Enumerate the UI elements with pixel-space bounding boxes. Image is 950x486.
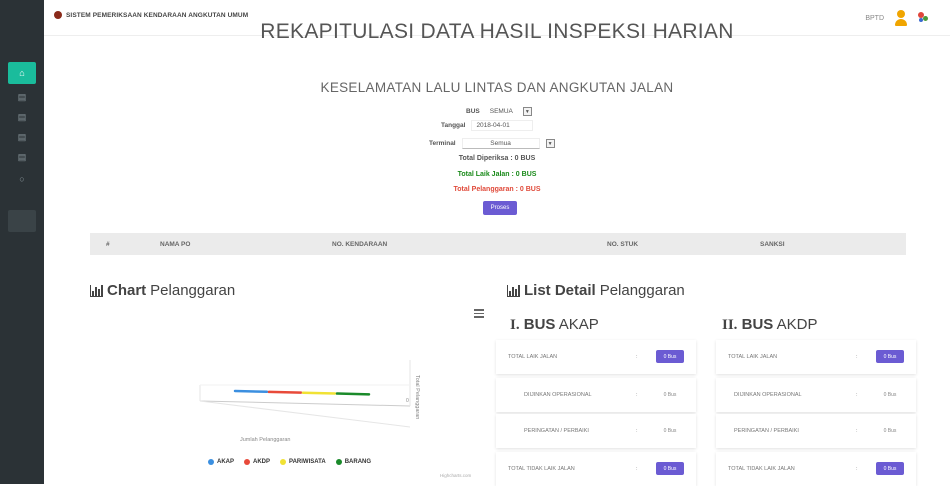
terminal-label: Terminal — [429, 140, 456, 147]
sidebar-item-home[interactable]: ⌂ — [8, 62, 36, 84]
total-pelanggaran: Total Pelanggaran : 0 BUS — [453, 186, 541, 193]
pelanggaran-chart: Jumlah Pelanggaran Total Pelanggaran 0 H… — [90, 305, 490, 484]
bus-filter-label: BUS — [466, 108, 480, 115]
bar-chart-icon — [507, 284, 520, 297]
x-axis-label: Jumlah Pelanggaran — [240, 437, 290, 443]
akdp-tidak-laik-badge[interactable]: 0 Bus — [876, 462, 904, 475]
results-table-header: # NAMA PO NO. KENDARAAN NO. STUK SANKSI — [90, 233, 906, 255]
page-title: REKAPITULASI DATA HASIL INSPEKSI HARIAN — [260, 20, 734, 43]
sidebar-item-menu-4[interactable]: ▤ — [8, 146, 36, 168]
home-icon: ⌂ — [19, 68, 25, 78]
akap-tidak-laik-badge[interactable]: 0 Bus — [656, 462, 684, 475]
akap-tidak-laik-card: TOTAL TIDAK LAIK JALAN : 0 Bus — [496, 452, 696, 486]
akdp-tidak-laik-card: TOTAL TIDAK LAIK JALAN : 0 Bus — [716, 452, 916, 486]
tanggal-filter: Tanggal 2018-04-01 — [441, 120, 534, 131]
sidebar: ⌂ ▤ ▤ ▤ ▤ ○ — [0, 0, 44, 484]
list-icon: ▤ — [17, 91, 27, 102]
bus-select[interactable]: SEMUA — [485, 106, 517, 117]
chart-legend: AKAP AKDP PARIWISATA BARANG — [208, 459, 371, 465]
list-title-rest: Pelanggaran — [599, 282, 685, 299]
page-subtitle: KESELAMATAN LALU LINTAS DAN ANGKUTAN JAL… — [320, 80, 674, 95]
akap-diijinkan-card: DIIJINKAN OPERASIONAL : 0 Bus — [496, 378, 696, 412]
terminal-select[interactable]: Semua — [461, 138, 540, 149]
series-line-barang[interactable] — [335, 392, 371, 396]
sidebar-item-menu-2[interactable]: ▤ — [8, 106, 36, 128]
list-icon: ▤ — [17, 111, 27, 122]
list-icon: ▤ — [17, 131, 27, 142]
series-line-pariwisata[interactable] — [301, 391, 337, 395]
akdp-diijinkan-badge[interactable]: 0 Bus — [876, 388, 904, 401]
col-sanksi[interactable]: SANKSI — [760, 241, 785, 248]
akdp-laik-jalan-badge[interactable]: 0 Bus — [876, 350, 904, 363]
chart-credit[interactable]: Highcharts.com — [440, 473, 472, 478]
chevron-down-icon[interactable]: ▼ — [522, 107, 532, 116]
list-icon: ▤ — [17, 151, 27, 162]
series-line-akdp[interactable] — [267, 390, 303, 394]
chart-svg: Jumlah Pelanggaran Total Pelanggaran 0 H… — [199, 360, 472, 478]
sidebar-block — [8, 210, 36, 232]
col-number[interactable]: # — [106, 241, 110, 248]
akap-laik-jalan-badge[interactable]: 0 Bus — [656, 350, 684, 363]
app-title: SISTEM PEMERIKSAAN KENDARAAN ANGKUTAN UM… — [66, 11, 249, 19]
brand: SISTEM PEMERIKSAAN KENDARAAN ANGKUTAN UM… — [54, 11, 248, 19]
legend-item-akdp[interactable]: AKDP — [244, 459, 270, 465]
chart-title-bold: Chart — [107, 282, 147, 299]
akap-peringatan-card: PERINGATAN / PERBAIKI : 0 Bus — [496, 414, 696, 448]
akap-total-laik-jalan-card: TOTAL LAIK JALAN : 0 Bus — [496, 340, 696, 374]
akdp-peringatan-card: PERINGATAN / PERBAIKI : 0 Bus — [716, 414, 916, 448]
bus-filter: BUS SEMUA ▼ — [466, 106, 532, 117]
y-tick-label: 0 — [406, 398, 409, 404]
list-title-bold: List Detail — [524, 282, 596, 299]
chevron-down-icon[interactable]: ▼ — [545, 139, 555, 148]
tanggal-input[interactable]: 2018-04-01 — [471, 120, 534, 131]
proses-button[interactable]: Proses — [483, 201, 517, 215]
logo-icon — [54, 11, 62, 19]
terminal-filter: Terminal Semua ▼ — [429, 138, 555, 149]
akap-peringatan-badge[interactable]: 0 Bus — [656, 424, 684, 437]
akdp-total-laik-jalan-card: TOTAL LAIK JALAN : 0 Bus — [716, 340, 916, 374]
series-line-akap[interactable] — [233, 389, 269, 394]
akdp-peringatan-badge[interactable]: 0 Bus — [876, 424, 904, 437]
legend-item-barang[interactable]: BARANG — [335, 459, 371, 465]
sidebar-item-menu-3[interactable]: ▤ — [8, 126, 36, 148]
chart-panel-title: Chart Pelanggaran — [90, 282, 235, 299]
list-panel-title: List Detail Pelanggaran — [507, 282, 685, 299]
akap-diijinkan-badge[interactable]: 0 Bus — [656, 388, 684, 401]
chart-title-rest: Pelanggaran — [150, 282, 236, 299]
akdp-header: II. BUS AKDP — [722, 316, 818, 333]
gear-icon: ○ — [19, 174, 25, 184]
total-laik-jalan: Total Laik Jalan : 0 BUS — [457, 171, 537, 178]
legend-item-pariwisata[interactable]: PARIWISATA — [280, 459, 326, 465]
legend-item-akap[interactable]: AKAP — [208, 459, 234, 465]
y-axis-label: Total Pelanggaran — [414, 375, 420, 419]
akdp-diijinkan-card: DIIJINKAN OPERASIONAL : 0 Bus — [716, 378, 916, 412]
total-diperiksa: Total Diperiksa : 0 BUS — [458, 155, 536, 162]
sidebar-item-settings[interactable]: ○ — [8, 168, 36, 190]
bar-chart-icon — [90, 284, 103, 297]
akap-header: I. BUS AKAP — [510, 316, 599, 333]
col-nama-po[interactable]: NAMA PO — [160, 241, 190, 248]
sidebar-item-menu-1[interactable]: ▤ — [8, 86, 36, 108]
col-no-kendaraan[interactable]: NO. KENDARAAN — [332, 241, 387, 248]
tanggal-label: Tanggal — [441, 122, 466, 129]
col-no-stuk[interactable]: NO. STUK — [607, 241, 638, 248]
